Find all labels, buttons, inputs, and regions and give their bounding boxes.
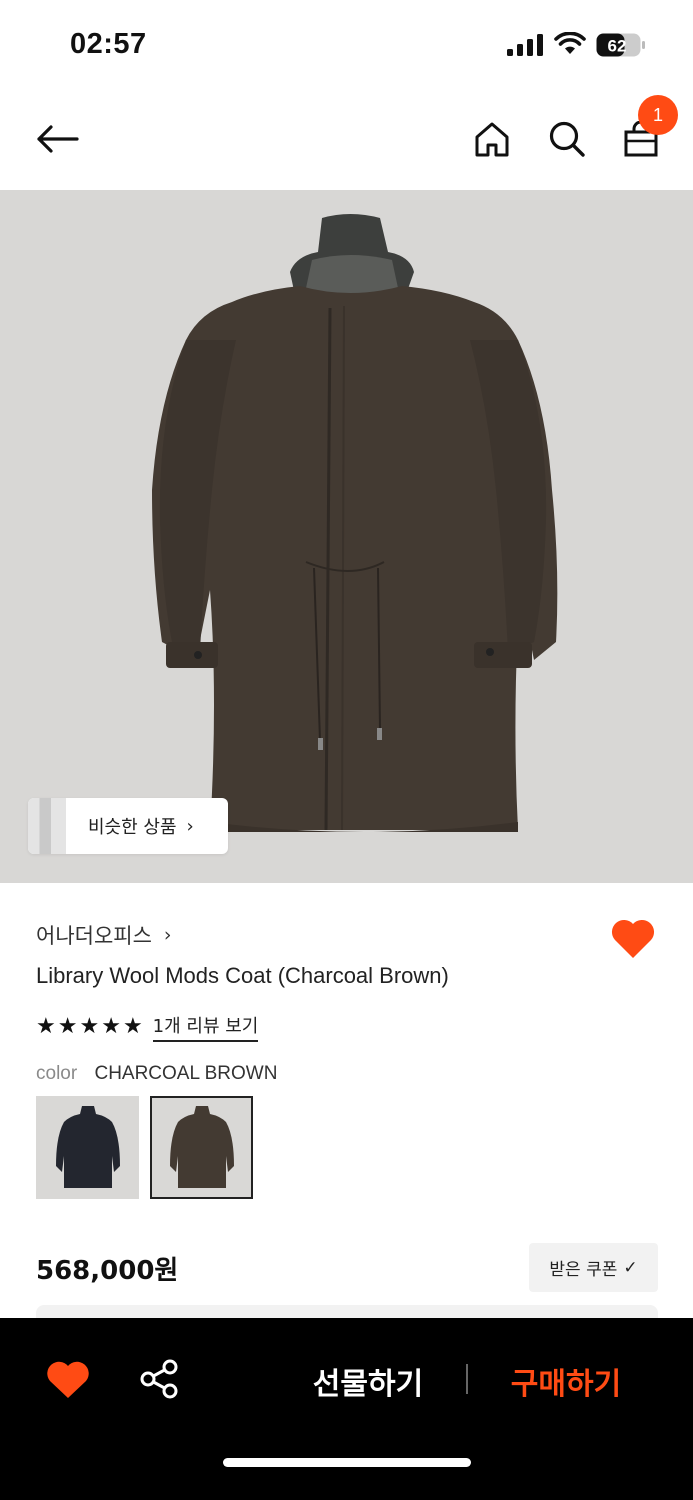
status-bar: 02:57 62 bbox=[0, 0, 693, 90]
star-icon: ★ bbox=[122, 1014, 143, 1039]
brand-link[interactable]: 어나더오피스 › bbox=[36, 920, 172, 950]
brand-name: 어나더오피스 bbox=[36, 924, 152, 948]
home-button[interactable] bbox=[468, 115, 516, 163]
cart-badge: 1 bbox=[638, 95, 678, 135]
search-button[interactable] bbox=[543, 115, 591, 163]
similar-label: 비슷한 상품 bbox=[88, 817, 177, 838]
coat-thumbnail-navy bbox=[56, 1106, 120, 1188]
similar-thumbnail bbox=[28, 798, 66, 854]
star-icon: ★ bbox=[79, 1014, 100, 1039]
home-indicator bbox=[223, 1458, 471, 1467]
chevron-right-icon: › bbox=[163, 924, 172, 946]
similar-products-button[interactable]: 비슷한 상품 › bbox=[28, 798, 228, 854]
coat-thumbnail-brown bbox=[170, 1106, 234, 1188]
share-icon[interactable] bbox=[138, 1358, 180, 1400]
review-link[interactable]: 1개 리뷰 보기 bbox=[152, 1012, 259, 1042]
star-icon: ★ bbox=[57, 1014, 78, 1039]
status-time: 02:57 bbox=[70, 28, 147, 60]
coupon-label: 받은 쿠폰 bbox=[549, 1260, 618, 1280]
rating-row: ★ ★ ★ ★ ★ 1개 리뷰 보기 bbox=[36, 1012, 259, 1042]
back-button[interactable] bbox=[33, 115, 81, 163]
buy-button[interactable]: 구매하기 bbox=[496, 1356, 636, 1406]
coat-illustration bbox=[152, 214, 558, 832]
color-label: color bbox=[36, 1063, 78, 1084]
chevron-right-icon: › bbox=[186, 815, 194, 837]
home-icon bbox=[475, 122, 509, 157]
price: 568,000원 bbox=[36, 1256, 179, 1286]
divider bbox=[466, 1364, 468, 1394]
coupon-button[interactable]: 받은 쿠폰 ✓ bbox=[529, 1243, 658, 1292]
wifi-icon bbox=[554, 32, 586, 54]
signal-icon bbox=[507, 34, 543, 56]
gift-button[interactable]: 선물하기 bbox=[298, 1356, 438, 1406]
checkmark-icon: ✓ bbox=[623, 1257, 638, 1278]
search-icon bbox=[549, 121, 585, 157]
battery-icon: 62 bbox=[596, 33, 645, 57]
battery-level: 62 bbox=[608, 37, 627, 56]
product-title: Library Wool Mods Coat (Charcoal Brown) bbox=[36, 963, 449, 988]
star-icon: ★ bbox=[101, 1014, 121, 1039]
product-image[interactable]: 비슷한 상품 › bbox=[0, 190, 693, 883]
bottom-action-bar: 선물하기 구매하기 bbox=[0, 1318, 693, 1500]
star-icon: ★ bbox=[36, 1014, 56, 1039]
color-value: CHARCOAL BROWN bbox=[94, 1063, 278, 1084]
arrow-left-icon bbox=[37, 125, 79, 153]
wishlist-heart-icon[interactable] bbox=[46, 1360, 90, 1400]
color-swatch-navy[interactable] bbox=[36, 1096, 139, 1199]
color-row: color CHARCOAL BROWN bbox=[36, 1063, 277, 1085]
top-nav bbox=[0, 90, 693, 190]
color-swatch-charcoal-brown[interactable] bbox=[150, 1096, 253, 1199]
wishlist-heart-icon[interactable] bbox=[610, 918, 656, 960]
